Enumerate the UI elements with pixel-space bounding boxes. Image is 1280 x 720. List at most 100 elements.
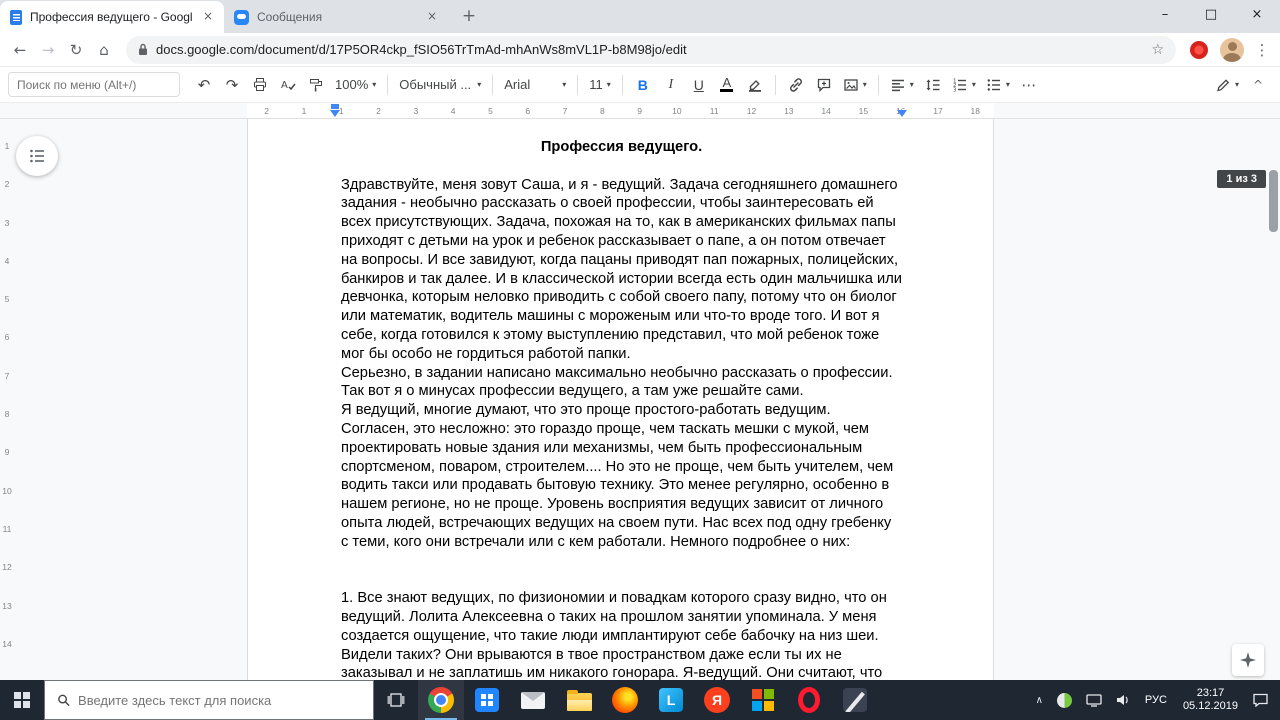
network-icon[interactable] — [1079, 680, 1109, 720]
tab-docs[interactable]: Профессия ведущего - Google × — [0, 1, 224, 33]
numbered-list-icon: 123 — [953, 78, 966, 93]
maximize-button[interactable]: □ — [1188, 0, 1234, 32]
minimize-button[interactable]: – — [1142, 0, 1188, 32]
bold-button[interactable]: B — [630, 72, 656, 98]
document-paragraph[interactable]: Здравствуйте, меня зовут Саша, и я - вед… — [341, 176, 902, 364]
browser-menu-icon[interactable]: ⋮ — [1250, 41, 1274, 59]
close-button[interactable]: × — [1234, 0, 1280, 32]
document-paragraph[interactable]: Я ведущий, многие думают, что это проще … — [341, 401, 902, 551]
menu-search-input[interactable] — [8, 72, 180, 97]
taskbar-app-grid[interactable] — [740, 680, 786, 720]
extension-icon[interactable] — [1190, 40, 1208, 59]
tray-app-icon[interactable] — [1050, 680, 1079, 720]
bulleted-list-icon — [987, 78, 1000, 91]
horizontal-ruler[interactable]: 2 1 1 2 3 4 5 6 7 8 9 10 11 12 13 14 15 16 17 18 — [0, 103, 1280, 119]
vruler-mark: 1 — [4, 141, 10, 151]
chevron-down-icon: ▾ — [562, 80, 567, 89]
font-dropdown[interactable]: Arial ▾ — [499, 72, 571, 98]
new-tab-button[interactable]: + — [454, 2, 484, 32]
ruler-mark: 17 — [933, 105, 943, 116]
vertical-scrollbar[interactable] — [1269, 170, 1278, 232]
paragraph-style-dropdown[interactable]: Обычный ... ▾ — [394, 72, 486, 98]
first-line-indent-marker[interactable] — [331, 104, 339, 109]
action-center-icon[interactable] — [1246, 680, 1275, 720]
show-outline-button[interactable] — [16, 136, 58, 176]
tab-messages[interactable]: Сообщения × — [224, 1, 448, 33]
ruler-mark: 1 — [338, 105, 344, 116]
store-icon — [475, 688, 499, 712]
clock-date: 05.12.2019 — [1182, 700, 1238, 712]
underline-button[interactable]: U — [686, 72, 712, 98]
text-color-button[interactable]: A — [714, 72, 740, 98]
volume-icon[interactable] — [1109, 680, 1137, 720]
right-indent-marker[interactable] — [897, 110, 907, 117]
vruler-mark: 11 — [2, 523, 12, 534]
taskbar-app-opera[interactable] — [786, 680, 832, 720]
vruler-mark: 8 — [4, 409, 10, 420]
antivirus-icon — [1056, 692, 1072, 708]
bookmark-star-icon[interactable]: ☆ — [1151, 42, 1164, 58]
reload-icon[interactable]: ↻ — [62, 36, 90, 64]
task-view-button[interactable] — [374, 680, 418, 720]
vruler-mark: 4 — [4, 255, 10, 266]
language-indicator[interactable]: РУС — [1137, 694, 1175, 706]
toolbar-divider — [621, 74, 623, 95]
editing-mode-dropdown[interactable]: ▾ — [1210, 72, 1244, 98]
insert-image-icon — [844, 78, 858, 91]
profile-avatar[interactable] — [1220, 37, 1244, 62]
tray-expand-icon[interactable]: ∧ — [1029, 680, 1050, 720]
font-size-dropdown[interactable]: 11 ▾ — [584, 72, 616, 98]
chat-favicon — [234, 9, 249, 25]
taskbar-app-chrome[interactable] — [418, 680, 464, 720]
explore-button[interactable] — [1232, 644, 1264, 676]
taskbar-app-explorer[interactable] — [556, 680, 602, 720]
ruler-mark: 11 — [709, 105, 719, 116]
taskbar-app-store[interactable] — [464, 680, 510, 720]
chevron-down-icon: ▾ — [477, 80, 482, 89]
taskbar-app-unknown[interactable] — [832, 680, 878, 720]
tab-title: Сообщения — [257, 10, 323, 24]
numbered-list-dropdown[interactable]: 123 ▾ — [947, 72, 981, 98]
more-options-icon[interactable]: ⋯ — [1016, 72, 1042, 98]
insert-link-icon[interactable] — [783, 72, 809, 98]
paint-format-icon[interactable] — [303, 72, 329, 98]
bulleted-list-dropdown[interactable]: ▾ — [981, 72, 1015, 98]
start-button[interactable] — [0, 680, 44, 720]
back-icon[interactable]: ← — [6, 36, 34, 64]
italic-button[interactable]: I — [658, 72, 684, 98]
ruler-page-area: 2 1 1 2 3 4 5 6 7 8 9 10 11 12 13 14 15 16 17 18 — [247, 103, 994, 118]
vruler-mark: 3 — [4, 217, 10, 228]
redo-icon[interactable]: ↷ — [219, 72, 245, 98]
forward-icon[interactable]: → — [34, 36, 62, 64]
clock[interactable]: 23:17 05.12.2019 — [1175, 687, 1246, 713]
url-text[interactable]: docs.google.com/document/d/17P5OR4ckp_fS… — [156, 42, 1143, 57]
highlight-color-icon[interactable] — [742, 72, 768, 98]
taskbar-app-mail[interactable] — [510, 680, 556, 720]
undo-icon[interactable]: ↶ — [191, 72, 217, 98]
spellcheck-icon[interactable]: A — [275, 72, 301, 98]
insert-image-dropdown[interactable]: ▾ — [838, 72, 872, 98]
ruler-mark: 10 — [672, 105, 682, 116]
document-page[interactable]: Профессия ведущего. Здравствуйте, меня з… — [247, 119, 994, 680]
taskbar-search[interactable] — [44, 680, 374, 720]
collapse-controls-icon[interactable]: ^ — [1245, 72, 1271, 98]
align-dropdown[interactable]: ▾ — [885, 72, 919, 98]
document-paragraph[interactable]: Серьезно, в задании написано максимально… — [341, 364, 902, 402]
chevron-down-icon: ▾ — [1005, 80, 1010, 89]
taskbar-app-l[interactable]: L — [648, 680, 694, 720]
align-left-icon — [891, 79, 904, 91]
document-paragraph[interactable]: 1. Все знают ведущих, по физиономии и по… — [341, 589, 902, 680]
document-title: Профессия ведущего. — [540, 139, 703, 155]
zoom-dropdown[interactable]: 100% ▾ — [330, 72, 381, 98]
left-indent-marker[interactable] — [330, 110, 340, 117]
taskbar-app-yandex[interactable]: Я — [694, 680, 740, 720]
print-icon[interactable] — [247, 72, 273, 98]
tab-close-icon[interactable]: × — [424, 9, 440, 25]
insert-comment-icon[interactable] — [811, 72, 837, 98]
line-spacing-icon[interactable] — [920, 72, 946, 98]
taskbar-app-firefox[interactable] — [602, 680, 648, 720]
tab-close-icon[interactable]: × — [200, 9, 216, 25]
url-bar[interactable]: docs.google.com/document/d/17P5OR4ckp_fS… — [126, 35, 1176, 64]
taskbar-search-input[interactable] — [78, 692, 361, 708]
home-icon[interactable]: ⌂ — [90, 36, 118, 64]
